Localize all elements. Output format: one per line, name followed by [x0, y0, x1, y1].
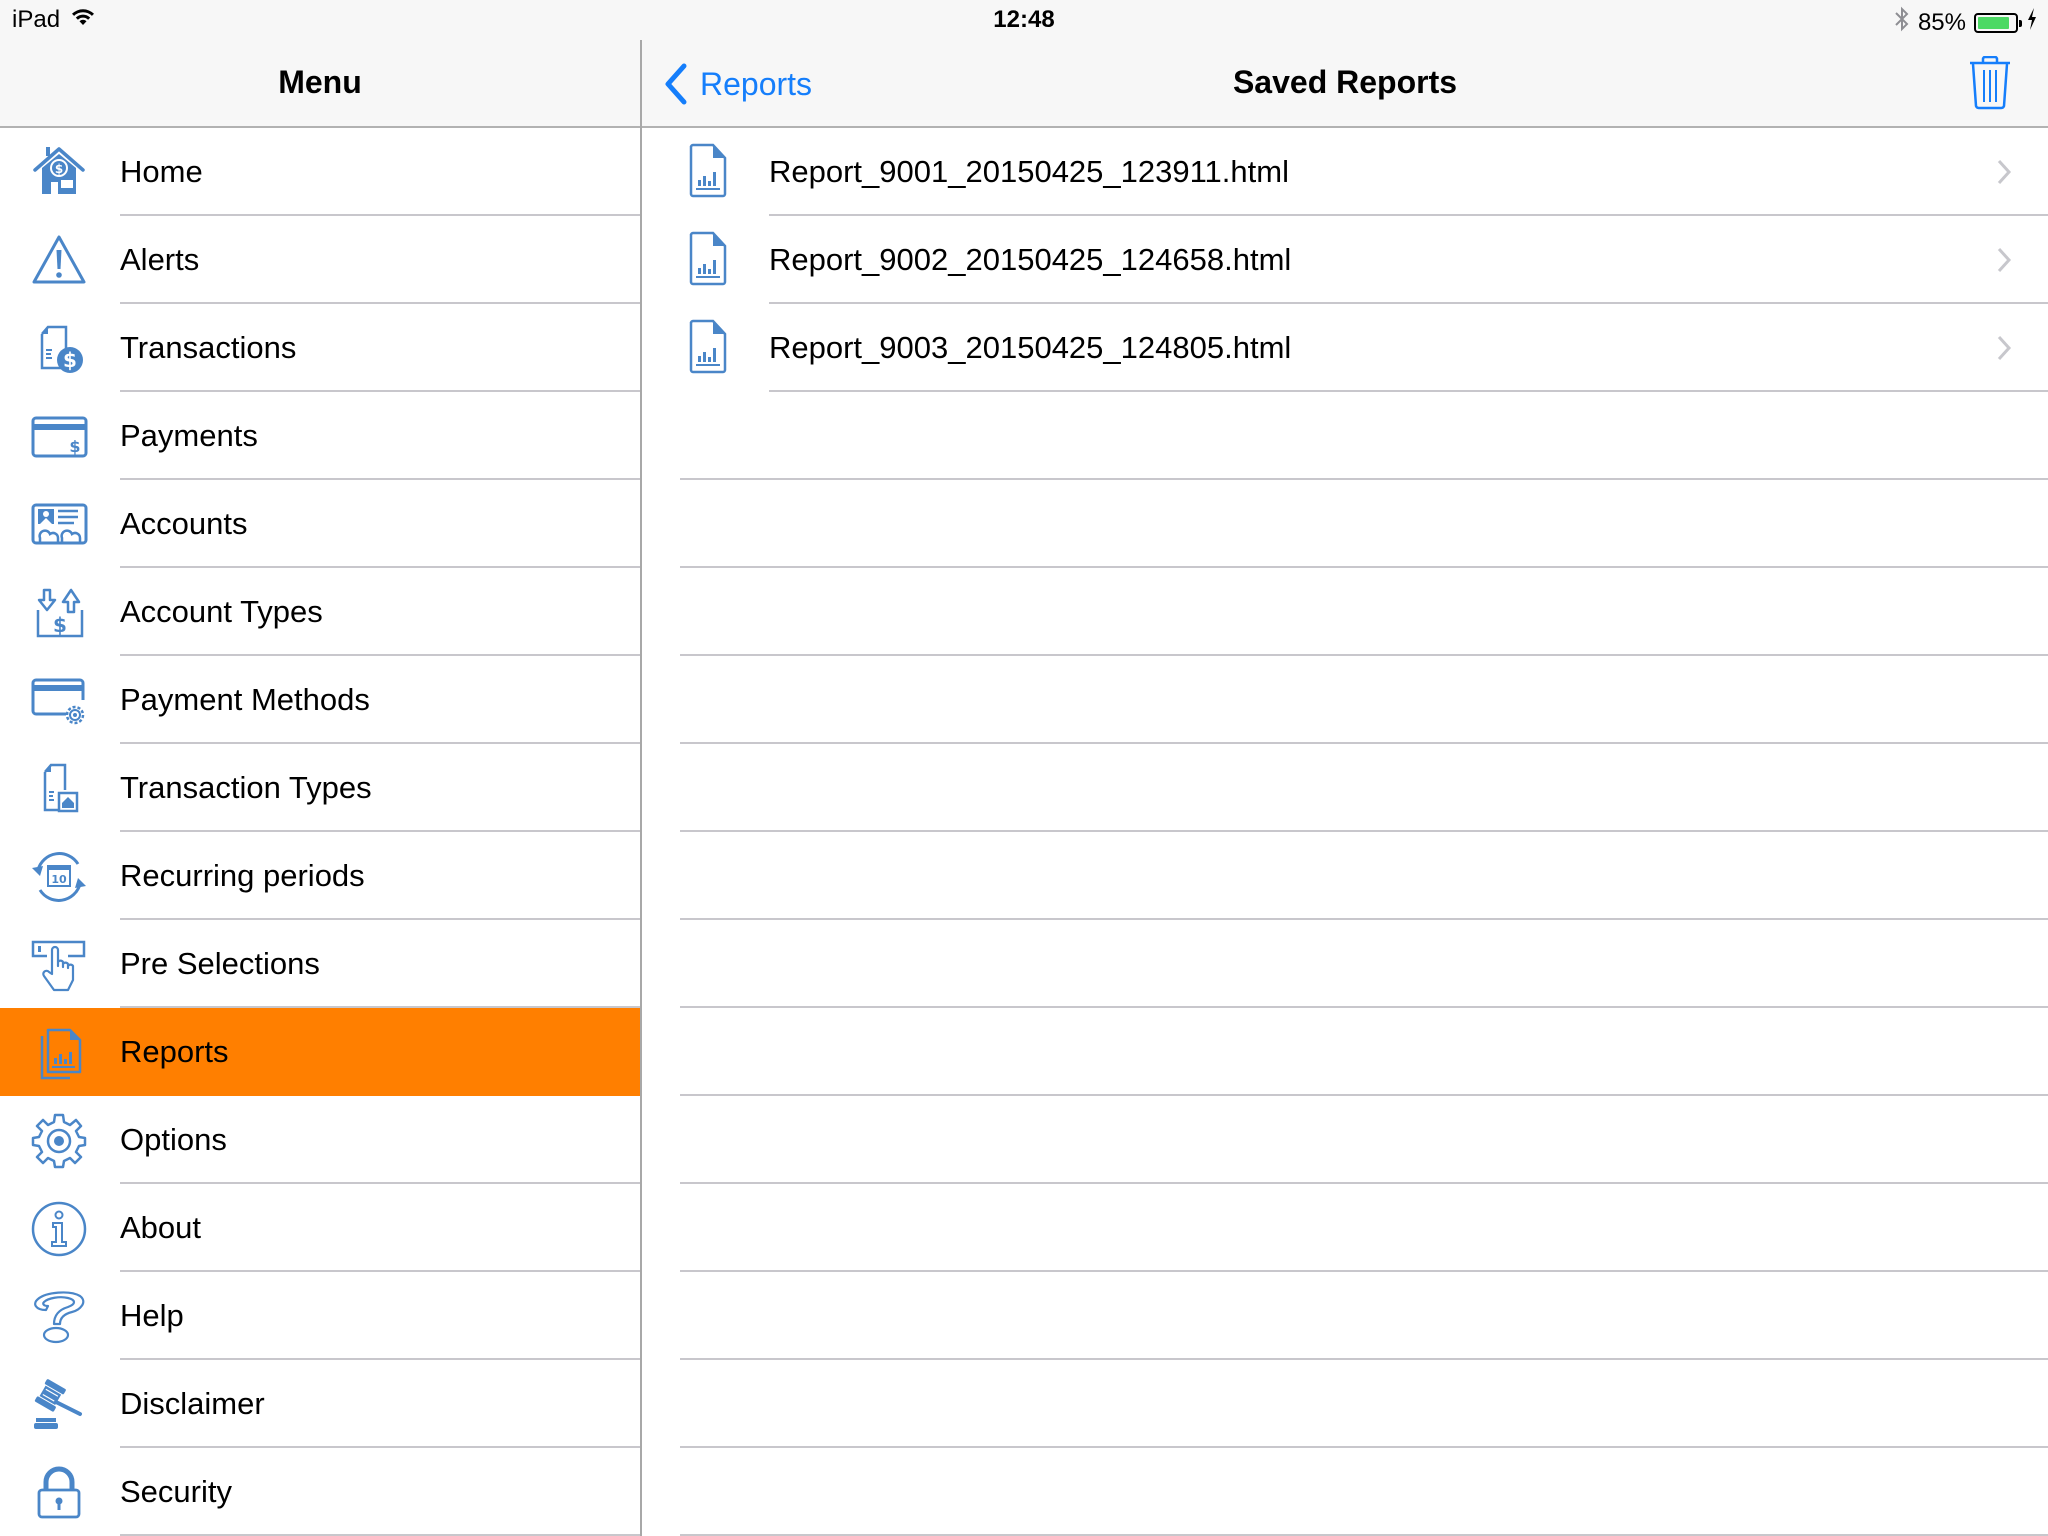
empty-row: [642, 1008, 2048, 1096]
battery-icon: [1974, 12, 2022, 33]
info-icon: [30, 1200, 88, 1258]
detail-nav-bar: Reports Saved Reports: [642, 40, 2048, 128]
report-row[interactable]: Report_9002_20150425_124658.html: [642, 216, 2048, 304]
report-filename: Report_9002_20150425_124658.html: [769, 242, 1292, 277]
empty-row: [642, 1184, 2048, 1272]
menu-item-help[interactable]: Help: [0, 1272, 640, 1360]
menu-item-label: Disclaimer: [120, 1386, 265, 1421]
card-gear-icon: [30, 672, 88, 730]
menu-item-alerts[interactable]: Alerts: [0, 216, 640, 304]
question-icon: [30, 1288, 88, 1346]
svg-text:10: 10: [51, 873, 67, 886]
split-divider: [640, 0, 642, 1536]
menu-item-transaction-types[interactable]: Transaction Types: [0, 744, 640, 832]
menu-item-transactions[interactable]: $ Transactions: [0, 304, 640, 392]
menu-item-label: Pre Selections: [120, 946, 320, 981]
reports-icon: [30, 1024, 88, 1082]
menu-item-disclaimer[interactable]: Disclaimer: [0, 1360, 640, 1448]
status-time: 12:48: [993, 6, 1055, 33]
menu-item-label: Accounts: [120, 506, 248, 541]
bluetooth-icon: [1894, 6, 1910, 39]
exchange-dollar-icon: $: [30, 584, 88, 642]
svg-text:$: $: [69, 437, 80, 456]
detail-title: Saved Reports: [1232, 64, 1458, 100]
hand-pointer-icon: [30, 936, 88, 994]
chevron-right-icon: [1997, 159, 2012, 185]
menu-item-recurring-periods[interactable]: 10 Recurring periods: [0, 832, 640, 920]
empty-row: [642, 480, 2048, 568]
menu-item-label: Transaction Types: [120, 770, 372, 805]
card-dollar-icon: $: [30, 408, 88, 466]
empty-row: [642, 832, 2048, 920]
report-row[interactable]: Report_9003_20150425_124805.html: [642, 304, 2048, 392]
report-row[interactable]: Report_9001_20150425_123911.html: [642, 128, 2048, 216]
menu-item-label: Recurring periods: [120, 858, 365, 893]
menu-item-label: Options: [120, 1122, 227, 1157]
report-file-icon: [689, 231, 727, 286]
menu-item-reports[interactable]: Reports: [0, 1008, 640, 1096]
menu-item-pre-selections[interactable]: Pre Selections: [0, 920, 640, 1008]
menu-item-label: Help: [120, 1298, 184, 1333]
menu-item-label: Alerts: [120, 242, 200, 277]
saved-reports-list: Report_9001_20150425_123911.html Report_…: [642, 128, 2048, 1536]
document-dollar-icon: $: [30, 320, 88, 378]
menu-item-accounts[interactable]: Accounts: [0, 480, 640, 568]
menu-item-about[interactable]: About: [0, 1184, 640, 1272]
divider-statusbar-cover: [640, 0, 642, 40]
menu-item-options[interactable]: Options: [0, 1096, 640, 1184]
menu-pane: Menu $ Home Alerts $ Transactions $ Paym…: [0, 0, 640, 1536]
delete-button[interactable]: [1968, 55, 2012, 110]
empty-row: [642, 1272, 2048, 1360]
menu-item-home[interactable]: $ Home: [0, 128, 640, 216]
report-filename: Report_9001_20150425_123911.html: [769, 154, 1289, 189]
status-bar: iPad 12:48 85%: [0, 0, 2048, 40]
empty-row: [642, 1096, 2048, 1184]
report-file-icon: [689, 319, 727, 374]
chevron-right-icon: [1997, 247, 2012, 273]
empty-row: [642, 920, 2048, 1008]
menu-item-label: Transactions: [120, 330, 297, 365]
menu-item-label: Home: [120, 154, 203, 189]
empty-row: [642, 656, 2048, 744]
calendar-cycle-icon: 10: [30, 848, 88, 906]
chevron-right-icon: [1997, 335, 2012, 361]
battery-level: [1978, 16, 2009, 29]
empty-row: [642, 1360, 2048, 1448]
trash-icon: [1970, 55, 2010, 110]
warning-icon: [30, 232, 88, 290]
menu-item-account-types[interactable]: $ Account Types: [0, 568, 640, 656]
menu-item-label: Payments: [120, 418, 258, 453]
lock-icon: [30, 1464, 88, 1522]
menu-item-payment-methods[interactable]: Payment Methods: [0, 656, 640, 744]
menu-item-payments[interactable]: $ Payments: [0, 392, 640, 480]
gear-icon: [30, 1112, 88, 1170]
report-filename: Report_9003_20150425_124805.html: [769, 330, 1292, 365]
document-house-icon: [30, 760, 88, 818]
gavel-icon: [30, 1376, 88, 1434]
svg-text:$: $: [55, 162, 63, 176]
empty-row: [642, 744, 2048, 832]
menu-item-label: Payment Methods: [120, 682, 370, 717]
report-file-icon: [689, 143, 727, 198]
empty-row: [642, 392, 2048, 480]
charging-icon: [2026, 7, 2038, 38]
menu-nav-bar: Menu: [0, 40, 640, 128]
empty-row: [642, 568, 2048, 656]
menu-list: $ Home Alerts $ Transactions $ Payments: [0, 128, 640, 1536]
home-dollar-icon: $: [30, 144, 88, 202]
menu-item-label: Security: [120, 1474, 232, 1509]
menu-item-label: Reports: [120, 1034, 229, 1069]
empty-row: [642, 1448, 2048, 1536]
menu-item-label: Account Types: [120, 594, 323, 629]
svg-text:$: $: [63, 348, 77, 372]
menu-item-label: About: [120, 1210, 202, 1245]
svg-text:$: $: [53, 613, 67, 637]
menu-title: Menu: [278, 64, 362, 100]
menu-item-security[interactable]: Security: [0, 1448, 640, 1536]
battery-tip: [2019, 19, 2022, 27]
status-right: 85%: [1894, 6, 2038, 39]
battery-percent: 85%: [1917, 8, 1966, 36]
id-card-icon: [30, 496, 88, 554]
detail-pane: Reports Saved Reports Report_9001_201504…: [642, 0, 2048, 1536]
